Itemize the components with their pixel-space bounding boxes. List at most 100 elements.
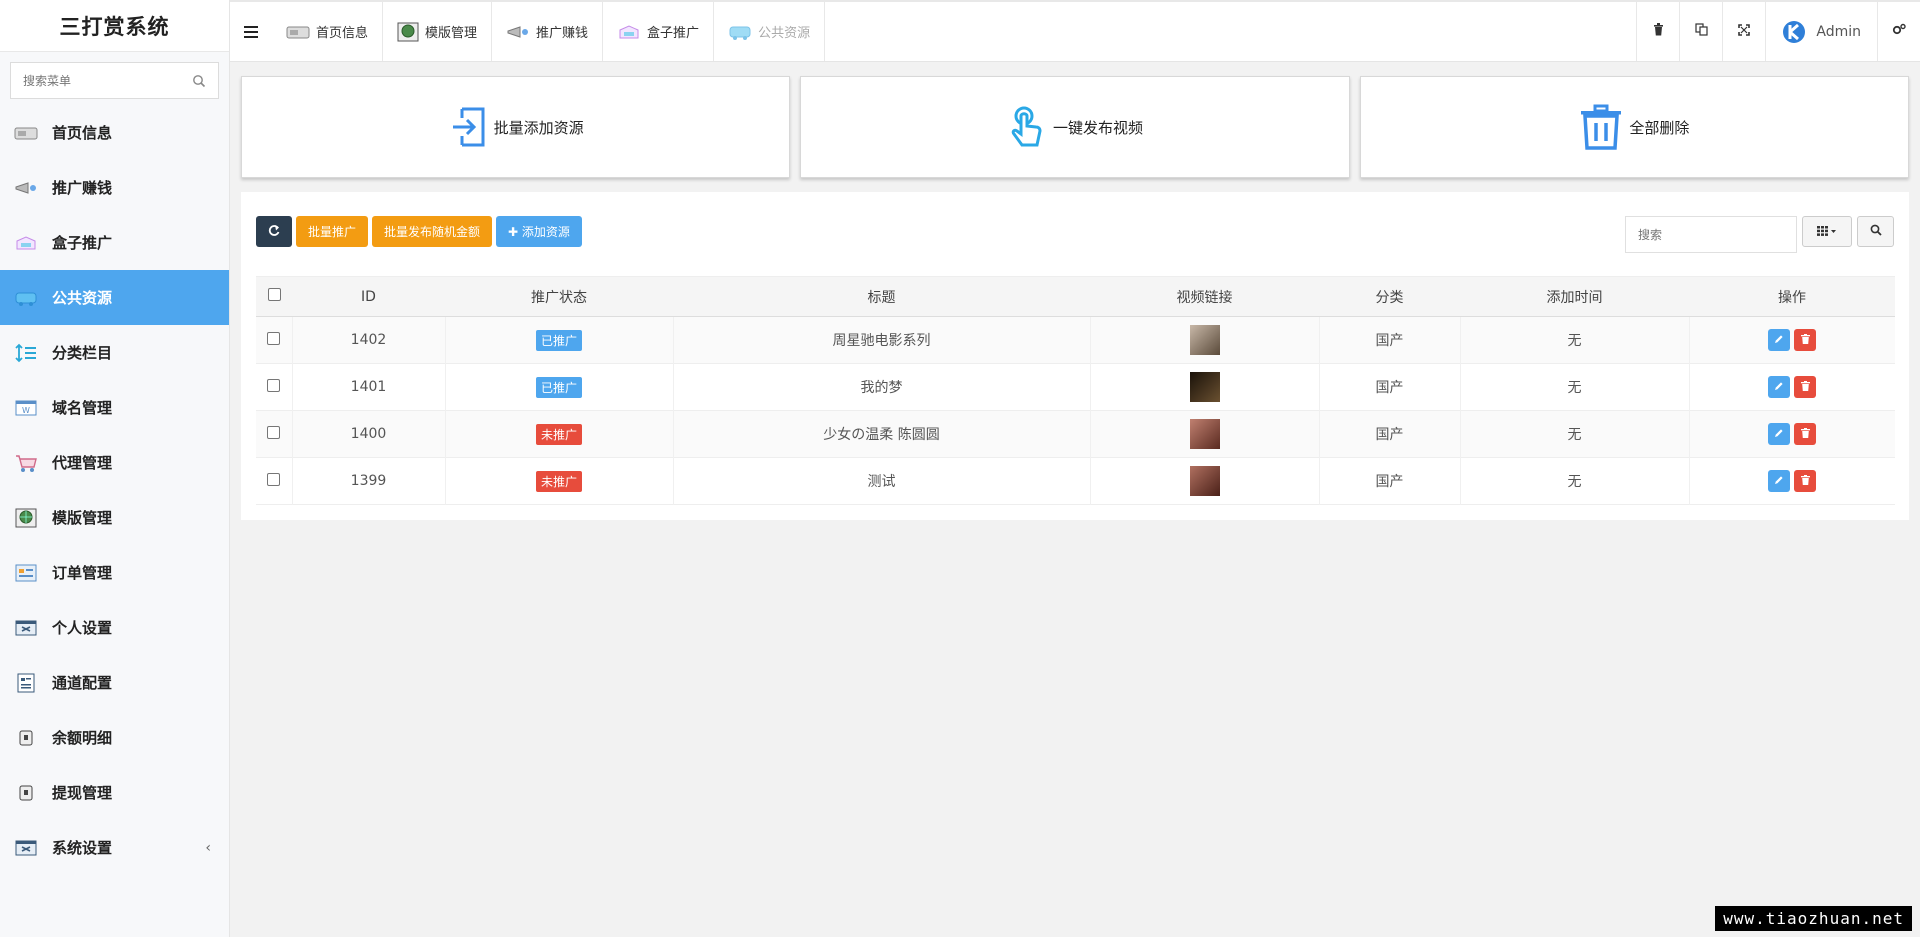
sidebar-item-public-resources[interactable]: 公共资源: [0, 270, 229, 325]
edit-button[interactable]: [1768, 423, 1791, 445]
table-toolbar: 批量推广 批量发布随机金额 ✚ 添加资源: [256, 216, 582, 247]
search-button[interactable]: [1857, 216, 1894, 247]
publish-video-card[interactable]: 一键发布视频: [800, 76, 1350, 178]
sidebar-item-domains[interactable]: W 域名管理: [0, 380, 229, 435]
cell-title: 周星驰电影系列: [673, 316, 1091, 364]
select-all-checkbox[interactable]: [267, 288, 281, 301]
cell-id: 1402: [292, 316, 446, 364]
sidebar-item-system[interactable]: 系统设置 ‹: [0, 820, 229, 875]
menu-toggle-icon[interactable]: [230, 2, 272, 61]
pencil-icon: [1774, 426, 1784, 442]
tab-label: 盒子推广: [647, 26, 700, 41]
search-icon: [1870, 224, 1882, 239]
col-header-title[interactable]: 标题: [673, 276, 1090, 317]
col-header-video-link[interactable]: 视频链接: [1090, 276, 1319, 317]
site-watermark: www.tiaozhuan.net: [1715, 906, 1912, 931]
search-icon[interactable]: [192, 74, 206, 88]
batch-random-amount-button[interactable]: 批量发布随机金额: [372, 216, 493, 247]
edit-button[interactable]: [1768, 376, 1791, 398]
svg-text:W: W: [22, 406, 30, 415]
cell-category: 国产: [1319, 410, 1461, 458]
delete-button[interactable]: [1794, 329, 1817, 351]
menu-search-box[interactable]: [10, 62, 219, 99]
cell-time: 无: [1460, 457, 1690, 505]
status-badge: 未推广: [535, 470, 582, 492]
col-header-added-time[interactable]: 添加时间: [1460, 276, 1689, 317]
sidebar-item-box[interactable]: 盒子推广: [0, 215, 229, 270]
sidebar-item-categories[interactable]: 分类栏目: [0, 325, 229, 380]
row-checkbox[interactable]: [267, 378, 281, 392]
pencil-icon: [1774, 332, 1784, 348]
sidebar-item-label: 模版管理: [52, 509, 113, 527]
user-menu[interactable]: Admin: [1765, 2, 1877, 61]
batch-promote-button[interactable]: 批量推广: [296, 216, 369, 247]
edit-button[interactable]: [1768, 470, 1791, 492]
sidebar-item-withdraw[interactable]: 提现管理: [0, 765, 229, 820]
top-navbar: 首页信息 模版管理 推广赚钱 盒子推广 公共资源 Admin: [230, 0, 1920, 62]
tab-home[interactable]: 首页信息: [272, 2, 384, 61]
topbar-actions: Admin: [1636, 2, 1920, 61]
delete-button[interactable]: [1794, 376, 1817, 398]
cell-time: 无: [1460, 410, 1690, 458]
cell-title: 测试: [673, 457, 1091, 505]
megaphone-icon: [506, 24, 530, 40]
cell-id: 1401: [292, 363, 446, 411]
video-thumbnail[interactable]: [1189, 372, 1220, 402]
refresh-button[interactable]: [256, 216, 292, 247]
cell-title: 我的梦: [673, 363, 1091, 411]
cell-id: 1399: [292, 457, 446, 505]
sidebar-item-templates[interactable]: 模版管理: [0, 490, 229, 545]
sidebar-item-promote[interactable]: 推广赚钱: [0, 160, 229, 215]
tab-promote[interactable]: 推广赚钱: [492, 2, 604, 61]
theme-settings-button[interactable]: [1877, 2, 1920, 61]
cell-category: 国产: [1319, 316, 1461, 364]
row-checkbox[interactable]: [267, 472, 281, 486]
sidebar-item-channels[interactable]: 通道配置: [0, 655, 229, 710]
menu-search-input[interactable]: [23, 73, 192, 88]
table-row: 1401 已推广 我的梦 国产 无: [256, 363, 1895, 411]
sidebar: 三打赏系统 首页信息 推广赚钱 盒子推广 公共资源 分类栏目 W 域名管理: [0, 0, 230, 937]
sidebar-item-home[interactable]: 首页信息: [0, 105, 229, 160]
cell-category: 国产: [1319, 363, 1461, 411]
delete-all-card[interactable]: 全部删除: [1359, 76, 1909, 178]
sidebar-item-label: 个人设置: [52, 619, 113, 637]
translate-icon: [1695, 23, 1708, 40]
fullscreen-button[interactable]: [1722, 2, 1765, 61]
channel-icon: [14, 673, 38, 692]
edit-button[interactable]: [1768, 329, 1791, 351]
row-checkbox[interactable]: [267, 425, 281, 439]
tab-public-resources[interactable]: 公共资源: [714, 2, 826, 61]
batch-add-resources-card[interactable]: 批量添加资源: [241, 76, 791, 178]
table-search-input[interactable]: [1625, 216, 1797, 253]
refresh-icon: [268, 224, 280, 239]
add-resource-button[interactable]: ✚ 添加资源: [496, 216, 582, 247]
video-thumbnail[interactable]: [1189, 419, 1220, 449]
video-thumbnail[interactable]: [1189, 325, 1220, 355]
sidebar-item-balance[interactable]: 余额明细: [0, 710, 229, 765]
row-checkbox[interactable]: [267, 331, 281, 345]
gears-icon: [1892, 23, 1906, 40]
tap-hand-icon: [1007, 104, 1047, 150]
col-header-category[interactable]: 分类: [1319, 276, 1460, 317]
tab-label: 公共资源: [758, 26, 811, 41]
sidebar-item-agents[interactable]: 代理管理: [0, 435, 229, 490]
translate-button[interactable]: [1679, 2, 1722, 61]
col-header-actions: 操作: [1689, 276, 1895, 317]
column-toggle-button[interactable]: [1802, 216, 1852, 247]
withdraw-icon: [14, 784, 38, 802]
tab-templates[interactable]: 模版管理: [383, 2, 493, 61]
sidebar-item-label: 盒子推广: [52, 234, 113, 252]
delete-button[interactable]: [1794, 423, 1817, 445]
col-header-status[interactable]: 推广状态: [445, 276, 673, 317]
col-header-id[interactable]: ID: [292, 276, 445, 317]
resource-table: ID 推广状态 标题 视频链接 分类 添加时间 操作 1402 已推广 周星驰电…: [256, 276, 1895, 505]
clear-cache-button[interactable]: [1636, 2, 1679, 61]
chevron-left-icon[interactable]: ‹: [205, 840, 211, 856]
sidebar-item-profile[interactable]: 个人设置: [0, 600, 229, 655]
video-thumbnail[interactable]: [1189, 466, 1220, 496]
cloud-resource-icon: [728, 23, 752, 41]
cell-time: 无: [1460, 316, 1690, 364]
tab-box[interactable]: 盒子推广: [603, 2, 715, 61]
sidebar-item-orders[interactable]: 订单管理: [0, 545, 229, 600]
delete-button[interactable]: [1794, 470, 1817, 492]
